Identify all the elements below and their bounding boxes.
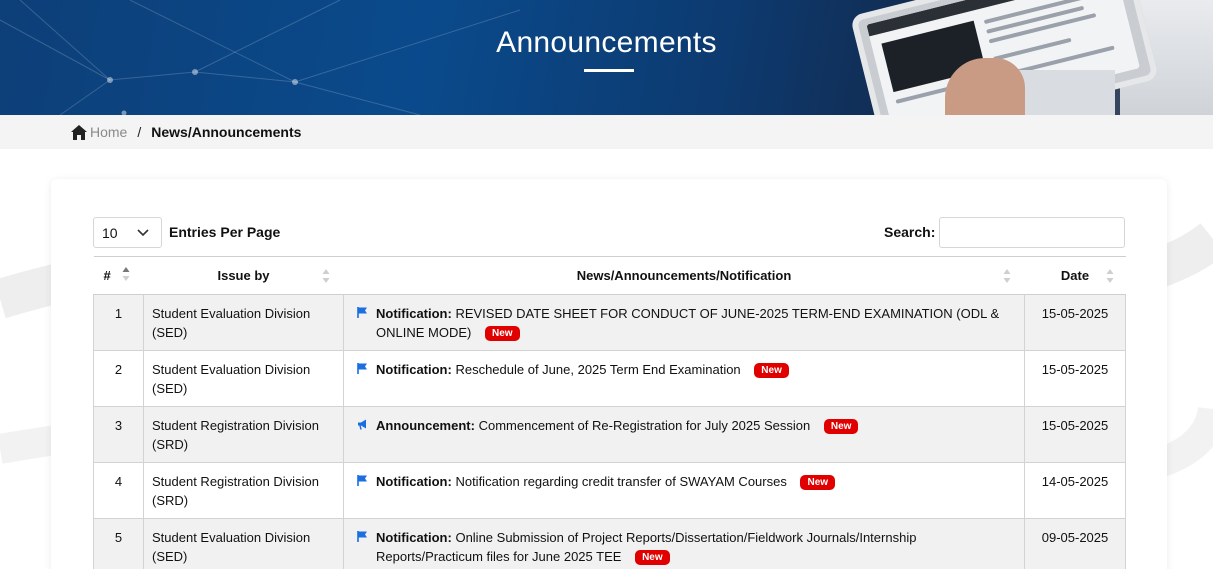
news-kind: Notification:: [376, 362, 452, 377]
new-badge: New: [635, 550, 670, 565]
row-issuer: Student Evaluation Division (SED): [143, 350, 344, 407]
column-header-number-label: #: [103, 268, 111, 283]
news-kind: Notification:: [376, 530, 452, 545]
new-badge: New: [484, 326, 520, 341]
entries-per-page-select[interactable]: 10: [93, 217, 162, 248]
news-link[interactable]: REVISED DATE SHEET FOR CONDUCT OF JUNE-2…: [376, 306, 999, 340]
new-badge: New: [800, 475, 836, 490]
news-kind: Announcement:: [376, 418, 475, 433]
column-header-issuer-label: Issue by: [217, 268, 270, 283]
table-row[interactable]: 2 Student Evaluation Division (SED) Noti…: [93, 350, 1126, 407]
page-title: Announcements: [496, 26, 717, 59]
row-news[interactable]: Announcement: Commencement of Re-Registr…: [343, 406, 1025, 463]
breadcrumb: Home / News/Announcements: [0, 115, 1213, 149]
flag-icon: [357, 363, 367, 374]
row-date: 09-05-2025: [1024, 518, 1126, 569]
row-number: 1: [93, 294, 144, 351]
row-date: 15-05-2025: [1024, 350, 1126, 407]
sort-icon: [1003, 269, 1010, 283]
news-link[interactable]: Notification regarding credit transfer o…: [455, 474, 786, 489]
row-news[interactable]: Notification: Reschedule of June, 2025 T…: [343, 350, 1025, 407]
flag-icon: [357, 475, 367, 486]
column-header-date[interactable]: Date: [1024, 256, 1126, 295]
chevron-down-icon: [137, 229, 149, 237]
row-news[interactable]: Notification: Notification regarding cre…: [343, 462, 1025, 519]
entries-per-page-label: Entries Per Page: [169, 224, 281, 240]
home-icon[interactable]: [71, 124, 87, 140]
breadcrumb-current: News/Announcements: [151, 124, 302, 140]
column-header-news[interactable]: News/Announcements/Notification: [343, 256, 1025, 295]
sort-icon: [322, 269, 329, 283]
row-number: 5: [93, 518, 144, 569]
search-input[interactable]: [939, 217, 1125, 248]
entries-value: 10: [102, 225, 118, 241]
news-kind: Notification:: [376, 306, 452, 321]
row-issuer: Student Evaluation Division (SED): [143, 294, 344, 351]
announcements-table: # Issue by News/Announcements/Notificati…: [93, 256, 1126, 569]
row-number: 3: [93, 406, 144, 463]
search-label: Search:: [884, 224, 936, 240]
row-issuer: Student Evaluation Division (SED): [143, 518, 344, 569]
table-row[interactable]: 3 Student Registration Division (SRD) An…: [93, 406, 1126, 463]
table-row[interactable]: 4 Student Registration Division (SRD) No…: [93, 462, 1126, 519]
flag-icon: [357, 531, 367, 542]
row-number: 2: [93, 350, 144, 407]
row-date: 15-05-2025: [1024, 294, 1126, 351]
row-news[interactable]: Notification: Online Submission of Proje…: [343, 518, 1025, 569]
row-issuer: Student Registration Division (SRD): [143, 462, 344, 519]
table-row[interactable]: 1 Student Evaluation Division (SED) Noti…: [93, 294, 1126, 351]
new-badge: New: [754, 363, 789, 378]
news-link[interactable]: Reschedule of June, 2025 Term End Examin…: [455, 362, 740, 377]
column-header-number[interactable]: #: [93, 256, 144, 295]
column-header-date-label: Date: [1060, 268, 1090, 283]
sort-icon: [1106, 269, 1113, 283]
megaphone-icon: [358, 419, 366, 430]
hero-banner: Announcements: [0, 0, 1213, 115]
column-header-news-label: News/Announcements/Notification: [576, 268, 792, 283]
row-number: 4: [93, 462, 144, 519]
breadcrumb-separator: /: [137, 124, 142, 140]
news-link[interactable]: Commencement of Re-Registration for July…: [479, 418, 811, 433]
news-kind: Notification:: [376, 474, 452, 489]
row-date: 14-05-2025: [1024, 462, 1126, 519]
row-issuer: Student Registration Division (SRD): [143, 406, 344, 463]
title-underline: [584, 69, 634, 72]
sort-icon: [122, 267, 129, 281]
breadcrumb-home-link[interactable]: Home: [90, 124, 127, 140]
column-header-issuer[interactable]: Issue by: [143, 256, 344, 295]
new-badge: New: [823, 419, 859, 434]
row-date: 15-05-2025: [1024, 406, 1126, 463]
flag-icon: [357, 307, 367, 318]
row-news[interactable]: Notification: REVISED DATE SHEET FOR CON…: [343, 294, 1025, 351]
table-row[interactable]: 5 Student Evaluation Division (SED) Noti…: [93, 518, 1126, 569]
